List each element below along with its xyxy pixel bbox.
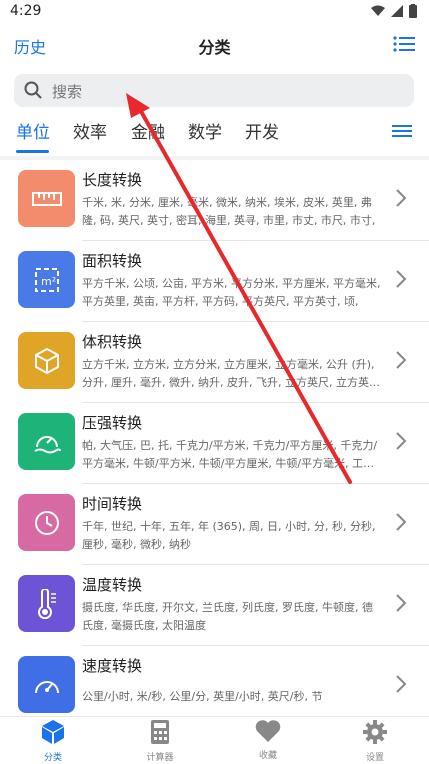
- calculator-icon: [151, 720, 169, 744]
- item-description: 千年, 世纪, 十年, 五年, 年 (365), 周, 日, 小时, 分, 秒,…: [82, 520, 376, 551]
- nav-settings[interactable]: 设置: [335, 719, 415, 763]
- ruler-icon: [18, 170, 75, 227]
- tabs-menu-icon[interactable]: [392, 123, 412, 139]
- item-title: 时间转换: [82, 495, 143, 513]
- item-description: 公里/小时, 米/秒, 公里/分, 英里/小时, 英尺/秒, 节: [82, 690, 323, 703]
- speedometer-icon: [18, 656, 75, 713]
- item-title: 长度转换: [82, 171, 143, 189]
- list-item-time[interactable]: 时间转换 千年, 世纪, 十年, 五年, 年 (365), 周, 日, 小时, …: [0, 484, 429, 565]
- item-title: 面积转换: [82, 252, 143, 270]
- nav-category[interactable]: 分类: [13, 719, 93, 763]
- chevron-right-icon: [396, 351, 407, 369]
- item-description: 千米, 米, 分米, 厘米, 毫米, 微米, 纳米, 埃米, 皮米, 英里, 弗…: [82, 196, 376, 227]
- list-item-speed[interactable]: 速度转换 公里/小时, 米/秒, 公里/分, 英里/小时, 英尺/秒, 节: [0, 646, 429, 716]
- list-menu-icon[interactable]: [393, 34, 415, 54]
- nav-label: 收藏: [258, 751, 277, 761]
- chevron-right-icon: [396, 270, 407, 288]
- page-title: 分类: [198, 38, 231, 57]
- status-bar: 4:29: [0, 0, 429, 24]
- status-icons: [371, 4, 417, 18]
- item-description: 平方千米, 公顷, 公亩, 平方米, 平方分米, 平方厘米, 平方毫米, 平方英…: [82, 277, 381, 308]
- app-header: 历史 分类: [0, 24, 429, 66]
- category-tabs: 单位 效率 金融 数学 开发: [0, 112, 429, 156]
- status-time: 4:29: [10, 3, 42, 19]
- search-bar-container: [0, 66, 429, 112]
- nav-label: 分类: [43, 753, 62, 763]
- chevron-right-icon: [396, 189, 407, 207]
- list-item-pressure[interactable]: 压强转换 帕, 大气压, 巴, 托, 千克力/平方米, 千克力/平方厘米, 千克…: [0, 403, 429, 484]
- battery-icon: [409, 4, 417, 18]
- chevron-right-icon: [396, 675, 407, 693]
- tab-unit[interactable]: 单位: [16, 118, 50, 143]
- wifi-icon: [371, 5, 385, 16]
- signal-icon: [391, 5, 403, 17]
- chevron-right-icon: [396, 432, 407, 450]
- item-title: 压强转换: [82, 414, 143, 432]
- chevron-right-icon: [396, 594, 407, 612]
- nav-favorites[interactable]: 收藏: [228, 719, 308, 761]
- item-title: 体积转换: [82, 333, 143, 351]
- tab-develop[interactable]: 开发: [245, 118, 279, 143]
- gear-icon: [363, 720, 387, 744]
- chevron-right-icon: [396, 513, 407, 531]
- heart-icon: [255, 720, 281, 742]
- clock-icon: [18, 494, 75, 551]
- cube-nav-icon: [42, 720, 64, 744]
- search-bar[interactable]: [14, 74, 414, 107]
- list-item-temperature[interactable]: 温度转换 摄氏度, 华氏度, 开尔文, 兰氏度, 列氏度, 罗氏度, 牛顿度, …: [0, 565, 429, 646]
- converter-list: 长度转换 千米, 米, 分米, 厘米, 毫米, 微米, 纳米, 埃米, 皮米, …: [0, 160, 429, 716]
- list-item-volume[interactable]: 体积转换 立方千米, 立方米, 立方分米, 立方厘米, 立方毫米, 公升 (升)…: [0, 322, 429, 403]
- item-description: 摄氏度, 华氏度, 开尔文, 兰氏度, 列氏度, 罗氏度, 牛顿度, 德氏度, …: [82, 601, 373, 632]
- gauge-icon: [18, 413, 75, 470]
- cube-icon: [18, 332, 75, 389]
- item-description: 帕, 大气压, 巴, 托, 千克力/平方米, 千克力/平方厘米, 千克力/平方毫…: [82, 439, 378, 470]
- active-tab-indicator: [16, 150, 49, 153]
- tab-finance[interactable]: 金融: [131, 118, 165, 143]
- tab-math[interactable]: 数学: [188, 118, 222, 143]
- list-item-length[interactable]: 长度转换 千米, 米, 分米, 厘米, 毫米, 微米, 纳米, 埃米, 皮米, …: [0, 160, 429, 241]
- search-icon: [24, 81, 42, 99]
- nav-label: 设置: [365, 753, 384, 763]
- list-item-area[interactable]: m² 面积转换 平方千米, 公顷, 公亩, 平方米, 平方分米, 平方厘米, 平…: [0, 241, 429, 322]
- item-title: 速度转换: [82, 657, 143, 675]
- svg-text:m²: m²: [41, 275, 56, 288]
- search-input[interactable]: [50, 77, 394, 106]
- square-meter-icon: m²: [18, 251, 75, 308]
- item-title: 温度转换: [82, 576, 143, 594]
- nav-calculator[interactable]: 计算器: [120, 719, 200, 763]
- nav-label: 计算器: [146, 753, 174, 763]
- bottom-nav: 分类 计算器 收藏 设置: [0, 716, 429, 764]
- item-description: 立方千米, 立方米, 立方分米, 立方厘米, 立方毫米, 公升 (升), 分升,…: [82, 358, 380, 389]
- tab-efficiency[interactable]: 效率: [73, 118, 107, 143]
- thermometer-icon: [18, 575, 75, 632]
